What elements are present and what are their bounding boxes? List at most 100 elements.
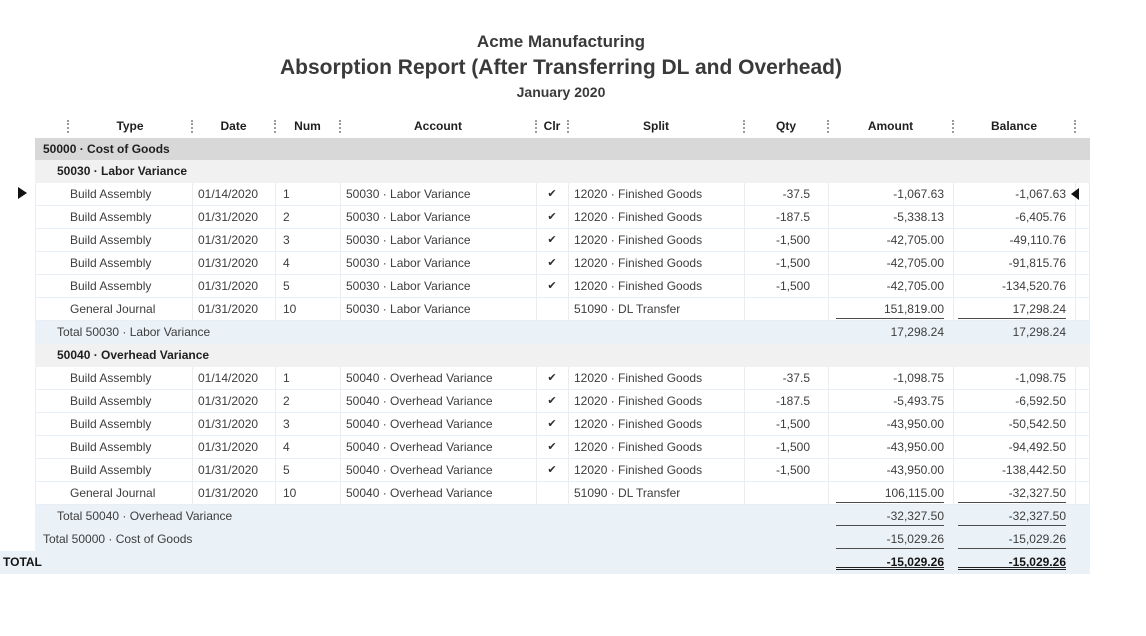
grand-total-row[interactable]: TOTAL -15,029.26 -15,029.26 — [0, 551, 1090, 574]
table-row[interactable]: Build Assembly 01/31/2020 5 50030 · Labo… — [35, 275, 1090, 298]
cell-balance[interactable]: -1,098.75 — [958, 367, 1066, 389]
cell-type[interactable]: Build Assembly — [70, 413, 190, 435]
cell-balance[interactable]: -94,492.50 — [958, 436, 1066, 458]
cell-account[interactable]: 50040 · Overhead Variance — [346, 367, 532, 389]
cleared-check-icon[interactable]: ✔ — [536, 436, 568, 458]
cell-balance[interactable]: -134,520.76 — [958, 275, 1066, 297]
cell-date[interactable]: 01/31/2020 — [198, 482, 270, 504]
cell-type[interactable]: Build Assembly — [70, 275, 190, 297]
cell-split[interactable]: 12020 · Finished Goods — [574, 275, 742, 297]
cell-qty[interactable]: -1,500 — [744, 275, 810, 297]
cell-account[interactable]: 50030 · Labor Variance — [346, 183, 532, 205]
cell-split[interactable]: 12020 · Finished Goods — [574, 229, 742, 251]
cell-type[interactable]: General Journal — [70, 482, 190, 504]
cell-amount[interactable]: -15,029.26 — [836, 551, 944, 570]
cell-split[interactable]: 12020 · Finished Goods — [574, 252, 742, 274]
cell-type[interactable]: General Journal — [70, 298, 190, 320]
cleared-check-icon[interactable]: ✔ — [536, 252, 568, 274]
cell-amount[interactable]: -42,705.00 — [836, 275, 944, 297]
cell-num[interactable]: 4 — [283, 252, 338, 274]
cell-balance[interactable]: -91,815.76 — [958, 252, 1066, 274]
cell-num[interactable]: 3 — [283, 229, 338, 251]
cell-account[interactable]: 50040 · Overhead Variance — [346, 459, 532, 481]
cell-date[interactable]: 01/31/2020 — [198, 252, 270, 274]
cell-qty[interactable]: -187.5 — [744, 206, 810, 228]
cell-qty[interactable]: -37.5 — [744, 183, 810, 205]
cell-amount[interactable]: -43,950.00 — [836, 459, 944, 481]
cell-date[interactable]: 01/31/2020 — [198, 390, 270, 412]
cell-amount[interactable]: -5,493.75 — [836, 390, 944, 412]
cleared-check-icon[interactable]: ✔ — [536, 275, 568, 297]
cell-account[interactable]: 50030 · Labor Variance — [346, 206, 532, 228]
cell-qty[interactable]: -1,500 — [744, 229, 810, 251]
cell-balance[interactable]: -138,442.50 — [958, 459, 1066, 481]
cell-type[interactable]: Build Assembly — [70, 367, 190, 389]
cell-type[interactable]: Build Assembly — [70, 252, 190, 274]
cell-account[interactable]: 50030 · Labor Variance — [346, 229, 532, 251]
cell-qty[interactable]: -1,500 — [744, 252, 810, 274]
cell-num[interactable]: 2 — [283, 206, 338, 228]
cell-balance[interactable]: 17,298.24 — [958, 321, 1066, 344]
cell-qty[interactable]: -1,500 — [744, 413, 810, 435]
cell-account[interactable]: 50040 · Overhead Variance — [346, 436, 532, 458]
table-row[interactable]: Build Assembly 01/31/2020 2 50030 · Labo… — [35, 206, 1090, 229]
subtotal-row[interactable]: Total 50000 · Cost of Goods -15,029.26 -… — [35, 528, 1090, 551]
cell-date[interactable]: 01/31/2020 — [198, 459, 270, 481]
cell-num[interactable]: 10 — [283, 298, 338, 320]
cell-qty[interactable] — [744, 298, 810, 320]
cell-num[interactable]: 1 — [283, 367, 338, 389]
table-row[interactable]: Build Assembly 01/31/2020 4 50030 · Labo… — [35, 252, 1090, 275]
table-row[interactable]: Build Assembly 01/31/2020 4 50040 · Over… — [35, 436, 1090, 459]
cleared-check-icon[interactable]: ✔ — [536, 206, 568, 228]
cell-amount[interactable]: -42,705.00 — [836, 252, 944, 274]
cell-clr[interactable] — [536, 298, 568, 320]
cell-date[interactable]: 01/31/2020 — [198, 229, 270, 251]
cell-amount[interactable]: -43,950.00 — [836, 413, 944, 435]
cell-account[interactable]: 50040 · Overhead Variance — [346, 482, 532, 504]
cell-split[interactable]: 12020 · Finished Goods — [574, 459, 742, 481]
cell-date[interactable]: 01/14/2020 — [198, 183, 270, 205]
cell-num[interactable]: 4 — [283, 436, 338, 458]
cell-split[interactable]: 12020 · Finished Goods — [574, 390, 742, 412]
cell-split[interactable]: 12020 · Finished Goods — [574, 206, 742, 228]
cell-type[interactable]: Build Assembly — [70, 459, 190, 481]
cell-amount[interactable]: 106,115.00 — [836, 482, 944, 503]
cell-clr[interactable] — [536, 482, 568, 504]
cell-date[interactable]: 01/31/2020 — [198, 436, 270, 458]
cell-qty[interactable]: -1,500 — [744, 459, 810, 481]
cell-date[interactable]: 01/31/2020 — [198, 275, 270, 297]
cell-balance[interactable]: -32,327.50 — [958, 482, 1066, 503]
cleared-check-icon[interactable]: ✔ — [536, 229, 568, 251]
cleared-check-icon[interactable]: ✔ — [536, 413, 568, 435]
table-row[interactable]: Build Assembly 01/31/2020 2 50040 · Over… — [35, 390, 1090, 413]
cell-num[interactable]: 2 — [283, 390, 338, 412]
cell-account[interactable]: 50030 · Labor Variance — [346, 275, 532, 297]
cell-num[interactable]: 3 — [283, 413, 338, 435]
subtotal-row[interactable]: Total 50040 · Overhead Variance -32,327.… — [35, 505, 1090, 528]
subtotal-row[interactable]: Total 50030 · Labor Variance 17,298.24 1… — [35, 321, 1090, 344]
cell-balance[interactable]: -32,327.50 — [958, 505, 1066, 526]
cell-split[interactable]: 51090 · DL Transfer — [574, 298, 742, 320]
cell-amount[interactable]: -1,098.75 — [836, 367, 944, 389]
cell-account[interactable]: 50030 · Labor Variance — [346, 298, 532, 320]
cell-balance[interactable]: -15,029.26 — [958, 551, 1066, 570]
cell-split[interactable]: 12020 · Finished Goods — [574, 367, 742, 389]
cell-date[interactable]: 01/31/2020 — [198, 413, 270, 435]
table-row[interactable]: General Journal 01/31/2020 10 50030 · La… — [35, 298, 1090, 321]
cleared-check-icon[interactable]: ✔ — [536, 390, 568, 412]
cell-amount[interactable]: -42,705.00 — [836, 229, 944, 251]
table-row[interactable]: Build Assembly 01/14/2020 1 50040 · Over… — [35, 367, 1090, 390]
cell-date[interactable]: 01/31/2020 — [198, 206, 270, 228]
cell-num[interactable]: 1 — [283, 183, 338, 205]
cell-type[interactable]: Build Assembly — [70, 183, 190, 205]
cell-balance[interactable]: -6,592.50 — [958, 390, 1066, 412]
cell-qty[interactable]: -187.5 — [744, 390, 810, 412]
table-row[interactable]: Build Assembly 01/31/2020 3 50030 · Labo… — [35, 229, 1090, 252]
cell-balance[interactable]: 17,298.24 — [958, 298, 1066, 319]
cell-split[interactable]: 12020 · Finished Goods — [574, 413, 742, 435]
cell-split[interactable]: 12020 · Finished Goods — [574, 183, 742, 205]
cell-num[interactable]: 5 — [283, 459, 338, 481]
cell-amount[interactable]: -15,029.26 — [836, 528, 944, 549]
cell-qty[interactable]: -37.5 — [744, 367, 810, 389]
cell-split[interactable]: 12020 · Finished Goods — [574, 436, 742, 458]
